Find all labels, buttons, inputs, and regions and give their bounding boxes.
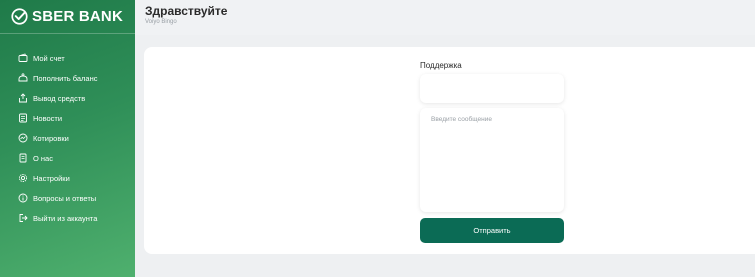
chart-icon: [18, 133, 28, 143]
sidebar-divider: [0, 33, 135, 34]
sidebar-item-label: Вывод средств: [33, 93, 86, 103]
sidebar-item-faq[interactable]: Вопросы и ответы: [18, 188, 98, 208]
sidebar-item-label: Мой счет: [33, 53, 65, 63]
sidebar-item-label: Выйти из аккаунта: [33, 213, 98, 223]
sidebar-item-label: Котировки: [33, 133, 69, 143]
message-input[interactable]: [420, 108, 564, 212]
sidebar-item-logout[interactable]: Выйти из аккаунта: [18, 208, 98, 228]
withdraw-icon: [18, 93, 28, 103]
sidebar-item-label: Настройки: [33, 173, 70, 183]
sidebar-item-deposit[interactable]: Пополнить баланс: [18, 68, 98, 88]
top-header: Здравствуйте Voiyo Bingo: [135, 0, 755, 35]
sidebar-item-my-account[interactable]: Мой счет: [18, 48, 98, 68]
sidebar-item-settings[interactable]: Настройки: [18, 168, 98, 188]
brand-name: SBER BANK: [32, 7, 123, 25]
subject-input[interactable]: [420, 74, 564, 103]
sidebar: SBER BANK Мой счет Пополнить баланс Выво…: [0, 0, 135, 277]
user-name: Voiyo Bingo: [145, 19, 177, 25]
sber-logo-icon: [11, 7, 28, 25]
sidebar-item-label: Вопросы и ответы: [33, 193, 97, 203]
document-icon: [18, 153, 28, 163]
sidebar-item-label: О нас: [33, 153, 53, 163]
sidebar-item-news[interactable]: Новости: [18, 108, 98, 128]
page-title: Здравствуйте: [145, 4, 228, 18]
logout-icon: [18, 213, 28, 223]
sidebar-item-withdraw[interactable]: Вывод средств: [18, 88, 98, 108]
wallet-icon: [18, 53, 28, 63]
sidebar-item-label: Пополнить баланс: [33, 73, 98, 83]
sidebar-item-about[interactable]: О нас: [18, 148, 98, 168]
gear-icon: [18, 173, 28, 183]
info-icon: [18, 193, 28, 203]
send-button[interactable]: Отправить: [420, 218, 564, 243]
news-icon: [18, 113, 28, 123]
support-title: Поддержка: [420, 61, 462, 70]
sidebar-item-quotes[interactable]: Котировки: [18, 128, 98, 148]
sidebar-nav: Мой счет Пополнить баланс Вывод средств …: [18, 48, 98, 228]
brand-logo[interactable]: SBER BANK: [11, 6, 123, 26]
deposit-icon: [18, 73, 28, 83]
sidebar-item-label: Новости: [33, 113, 63, 123]
